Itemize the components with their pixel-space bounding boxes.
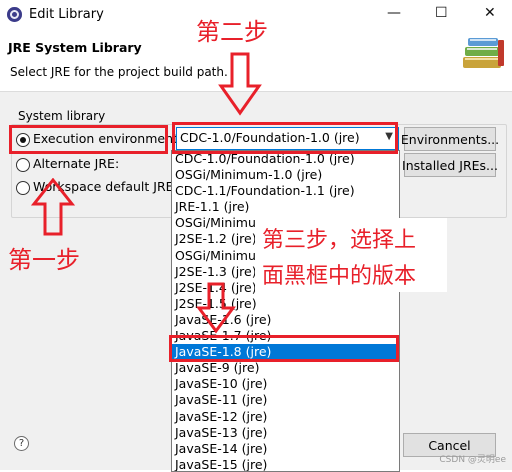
- alternate-jre-radio[interactable]: [16, 158, 30, 172]
- step1-highlight-box: [9, 125, 168, 154]
- dropdown-item[interactable]: JavaSE-11 (jre): [172, 392, 399, 408]
- dropdown-item[interactable]: JavaSE-10 (jre): [172, 376, 399, 392]
- system-library-group-label: System library: [18, 109, 106, 123]
- installed-jres-button[interactable]: Installed JREs...: [402, 153, 498, 177]
- dropdown-item[interactable]: JavaSE-13 (jre): [172, 425, 399, 441]
- header-title: JRE System Library: [8, 40, 142, 55]
- step3-annotation-line1: 第三步，选择上: [262, 228, 417, 253]
- step1-up-arrow-icon: [31, 178, 75, 236]
- alternate-jre-label[interactable]: Alternate JRE:: [33, 156, 119, 171]
- window-title: Edit Library: [29, 7, 104, 22]
- dropdown-item[interactable]: JRE-1.1 (jre): [172, 199, 399, 215]
- environments-button[interactable]: Environments...: [401, 127, 499, 151]
- library-books-icon: [463, 38, 504, 68]
- step1-annotation: 第一步: [8, 246, 80, 274]
- step2-highlight-box: [172, 122, 398, 154]
- dropdown-item[interactable]: JavaSE-12 (jre): [172, 409, 399, 425]
- step3-highlight-box: [169, 335, 399, 362]
- watermark: CSDN @灵明ee: [439, 455, 506, 465]
- header-subtitle: Select JRE for the project build path.: [10, 65, 228, 79]
- step3-down-arrow-icon: [196, 282, 236, 334]
- step2-annotation: 第二步: [196, 18, 268, 46]
- step3-annotation-line2: 面黑框中的版本: [262, 264, 417, 289]
- step2-down-arrow-icon: [218, 52, 262, 116]
- dropdown-item[interactable]: OSGi/Minimum-1.0 (jre): [172, 167, 399, 183]
- close-button[interactable]: ✕: [484, 5, 496, 21]
- maximize-button[interactable]: ☐: [435, 5, 448, 21]
- minimize-button[interactable]: —: [387, 5, 401, 21]
- dropdown-item[interactable]: JavaSE-14 (jre): [172, 441, 399, 457]
- dropdown-item[interactable]: CDC-1.1/Foundation-1.1 (jre): [172, 183, 399, 199]
- dropdown-item[interactable]: JavaSE-9 (jre): [172, 360, 399, 376]
- workspace-default-radio[interactable]: [16, 181, 30, 195]
- help-icon[interactable]: ?: [14, 436, 29, 451]
- eclipse-app-icon: [7, 7, 22, 22]
